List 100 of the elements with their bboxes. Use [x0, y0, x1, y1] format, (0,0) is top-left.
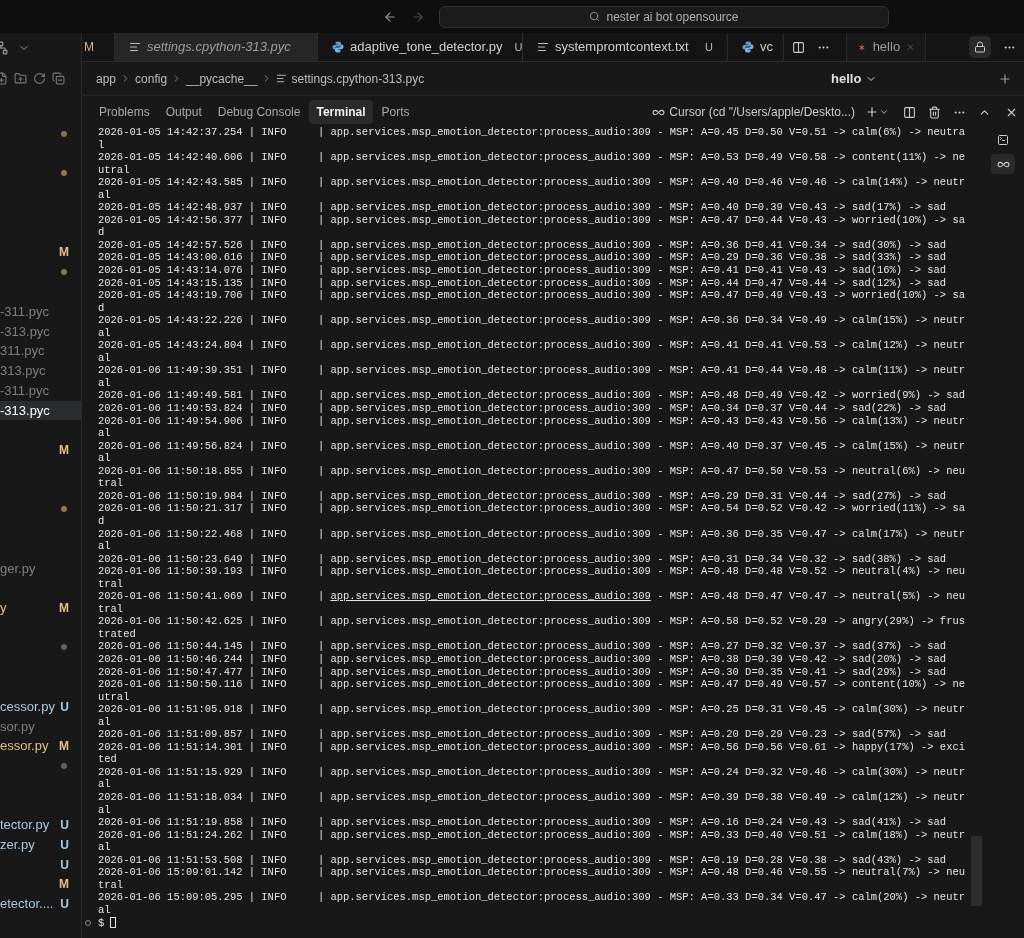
file-link[interactable]: app.services.msp_emotion_detector:process_audio:309 — [330, 891, 651, 904]
file-link[interactable]: app.services.msp_emotion_detector:process_audio:309 — [330, 276, 651, 289]
file-link[interactable]: app.services.msp_emotion_detector:process_audio:309 — [330, 703, 651, 716]
file-link[interactable]: app.services.msp_emotion_detector:process_audio:309 — [330, 339, 651, 352]
panel-tab[interactable]: Debug Console — [210, 100, 308, 124]
file-link[interactable]: app.services.msp_emotion_detector:process_audio:309 — [330, 615, 651, 628]
tab-label: adaptive_tone_detector.py — [350, 38, 503, 57]
chat-title[interactable]: hello — [831, 68, 862, 89]
file-link[interactable]: app.services.msp_emotion_detector:process_audio:309 — [330, 816, 651, 829]
file-tree-row[interactable]: etector.... U — [0, 894, 81, 914]
file-tree-row[interactable]: cessor.py U — [0, 696, 81, 717]
file-link[interactable]: app.services.msp_emotion_detector:process_audio:309 — [330, 289, 651, 302]
file-link[interactable]: app.services.msp_emotion_detector:process_audio:309 — [330, 238, 651, 251]
breadcrumb-item[interactable]: __pycache__ — [186, 69, 258, 88]
file-tree-row[interactable]: sor.py — [0, 716, 81, 737]
text-file-icon — [276, 73, 288, 84]
file-link[interactable]: app.services.msp_emotion_detector:process_audio:309 — [330, 151, 651, 164]
file-link[interactable]: app.services.msp_emotion_detector:process_audio:309 — [330, 389, 651, 402]
file-link[interactable]: app.services.msp_emotion_detector:process_audio:309 — [330, 464, 651, 477]
file-link[interactable]: app.services.msp_emotion_detector:process_audio:309 — [330, 439, 651, 452]
file-link[interactable]: app.services.msp_emotion_detector:process_audio:309 — [330, 590, 651, 603]
split-terminal-icon[interactable] — [903, 105, 916, 119]
chat-tab[interactable]: hello — [846, 33, 926, 61]
log-line: 2026-01-06 11:50:23.649 | INFO | app.services.msp_emotion_detector:process_audio:309 - MSP: A=0.31 D=0.34 V=0.32 -> sad(38%) -> sad — [98, 552, 948, 566]
breadcrumb-item[interactable]: settings.cpython-313.pyc — [291, 69, 425, 88]
file-link[interactable]: app.services.msp_emotion_detector:process_audio:309 — [330, 251, 651, 264]
log-line: 2026-01-05 14:42:48.937 | INFO | app.services.msp_emotion_detector:process_audio:309 - MSP: A=0.40 D=0.39 V=0.43 -> sad(17%) -> sad — [98, 201, 948, 214]
breadcrumb-item[interactable]: config — [135, 69, 168, 88]
editor-tab[interactable]: vc — [728, 33, 784, 61]
file-tree-row[interactable]: U — [0, 854, 81, 875]
panel-tab[interactable]: Ports — [374, 100, 417, 124]
editor-tab[interactable]: M — [82, 33, 115, 61]
breadcrumb-item[interactable]: app — [96, 69, 117, 88]
file-link[interactable]: app.services.msp_emotion_detector:process_audio:309 — [330, 791, 651, 803]
text-file-icon — [129, 41, 141, 53]
file-tree-row[interactable]: essor.py M — [0, 736, 81, 756]
new-folder-icon[interactable] — [14, 72, 27, 85]
file-tree-row[interactable]: 313.pyc — [0, 361, 81, 381]
file-link[interactable]: app.services.msp_emotion_detector:process_audio:309 — [330, 201, 651, 214]
file-link[interactable]: app.services.msp_emotion_detector:process_audio:309 — [330, 828, 651, 841]
collapse-icon[interactable] — [52, 72, 65, 85]
file-link[interactable]: app.services.msp_emotion_detector:process_audio:309 — [330, 765, 651, 778]
log-line: 2026-01-06 11:50:19.984 | INFO | app.services.msp_emotion_detector:process_audio:309 - MSP: A=0.29 D=0.31 V=0.44 -> sad(27%) -> sad — [98, 489, 948, 503]
chevron-down-icon[interactable] — [879, 107, 889, 117]
split-editor-icon[interactable] — [792, 40, 805, 54]
lock-button[interactable] — [969, 36, 991, 58]
file-tree-row[interactable]: -311.pyc — [0, 380, 81, 401]
file-link[interactable]: app.services.msp_emotion_detector:process_audio:309 — [330, 402, 651, 415]
log-line: 2026-01-05 14:43:14.076 | INFO | app.services.msp_emotion_detector:process_audio:309 - MSP: A=0.41 D=0.41 V=0.43 -> sad(16%) -> sad — [98, 264, 948, 277]
file-link[interactable]: app.services.msp_emotion_detector:process_audio:309 — [330, 728, 651, 741]
file-tree-row[interactable]: y M — [0, 598, 81, 618]
git-status-letter: U — [60, 856, 69, 874]
editor-tab[interactable]: systempromtcontext.txt U — [523, 33, 728, 61]
file-link[interactable]: app.services.msp_emotion_detector:process_audio:309 — [330, 640, 651, 653]
file-tree-row[interactable]: zer.py U — [0, 835, 81, 855]
file-link[interactable]: app.services.msp_emotion_detector:process_audio:309 — [330, 853, 651, 866]
file-link[interactable]: app.services.msp_emotion_detector:process_audio:309 — [330, 213, 651, 226]
file-link[interactable]: app.services.msp_emotion_detector:process_audio:309 — [330, 176, 651, 189]
file-tree-row[interactable]: M — [0, 440, 81, 460]
file-name: -313.pyc — [0, 401, 50, 420]
panel-tab[interactable]: Terminal — [309, 100, 373, 124]
git-status-letter: M — [59, 738, 69, 756]
file-tree-row[interactable]: tector.py U — [0, 815, 81, 835]
file-link[interactable]: app.services.msp_emotion_detector:process_audio:309 — [330, 264, 651, 276]
log-line: 2026-01-06 11:50:44.145 | INFO | app.services.msp_emotion_detector:process_audio:309 - MSP: A=0.27 D=0.32 V=0.37 -> sad(37%) -> sad — [98, 640, 948, 653]
file-link[interactable]: app.services.msp_emotion_detector:process_audio:309 — [330, 126, 651, 138]
file-name: -311.pyc — [0, 381, 49, 400]
panel-tab[interactable]: Output — [158, 100, 209, 124]
file-tree-row[interactable]: 311.pyc — [0, 341, 81, 361]
file-link[interactable]: app.services.msp_emotion_detector:process_audio:309 — [330, 502, 651, 515]
file-tree-row[interactable]: -313.pyc — [0, 321, 81, 342]
file-link[interactable]: app.services.msp_emotion_detector:process_audio:309 — [330, 527, 651, 540]
editor-tab[interactable]: settings.cpython-313.pyc — [115, 33, 318, 61]
file-tree-row[interactable]: M — [0, 874, 81, 895]
file-tree-row[interactable]: -313.pyc — [0, 400, 81, 421]
search-field[interactable]: nester ai bot opensource — [439, 5, 889, 28]
search-icon — [589, 11, 601, 22]
panel-tab[interactable]: Problems — [92, 100, 157, 124]
git-status-letter: M — [84, 39, 94, 56]
file-link[interactable]: app.services.msp_emotion_detector:process_audio:309 — [330, 364, 651, 377]
file-link[interactable]: app.services.msp_emotion_detector:process_audio:309 — [330, 740, 651, 753]
file-link[interactable]: app.services.msp_emotion_detector:process_audio:309 — [330, 866, 651, 879]
file-link[interactable]: app.services.msp_emotion_detector:process_audio:309 — [330, 665, 651, 678]
terminal-title[interactable]: Cursor (cd "/Users/apple/Deskto...) — [669, 103, 855, 121]
file-link[interactable]: app.services.msp_emotion_detector:process_audio:309 — [330, 565, 651, 578]
file-link[interactable]: app.services.msp_emotion_detector:process_audio:309 — [330, 489, 651, 502]
file-link[interactable]: app.services.msp_emotion_detector:process_audio:309 — [330, 552, 651, 565]
agent-button[interactable] — [991, 154, 1015, 174]
add-icon[interactable] — [998, 71, 1012, 86]
file-link[interactable]: app.services.msp_emotion_detector:process_audio:309 — [330, 652, 651, 665]
file-link[interactable]: app.services.msp_emotion_detector:process_audio:309 — [330, 678, 651, 691]
trash-icon[interactable] — [928, 105, 941, 119]
file-tree-row[interactable]: M — [0, 242, 81, 263]
add-icon[interactable] — [865, 105, 879, 119]
editor-tab[interactable]: adaptive_tone_detector.py U — [318, 33, 523, 61]
file-tree-row[interactable]: -311.pyc — [0, 301, 81, 322]
refresh-icon[interactable] — [33, 72, 46, 85]
file-link[interactable]: app.services.msp_emotion_detector:process_audio:309 — [330, 414, 651, 427]
file-link[interactable]: app.services.msp_emotion_detector:process_audio:309 — [330, 314, 651, 327]
file-tree-row[interactable]: ger.py — [0, 558, 81, 579]
